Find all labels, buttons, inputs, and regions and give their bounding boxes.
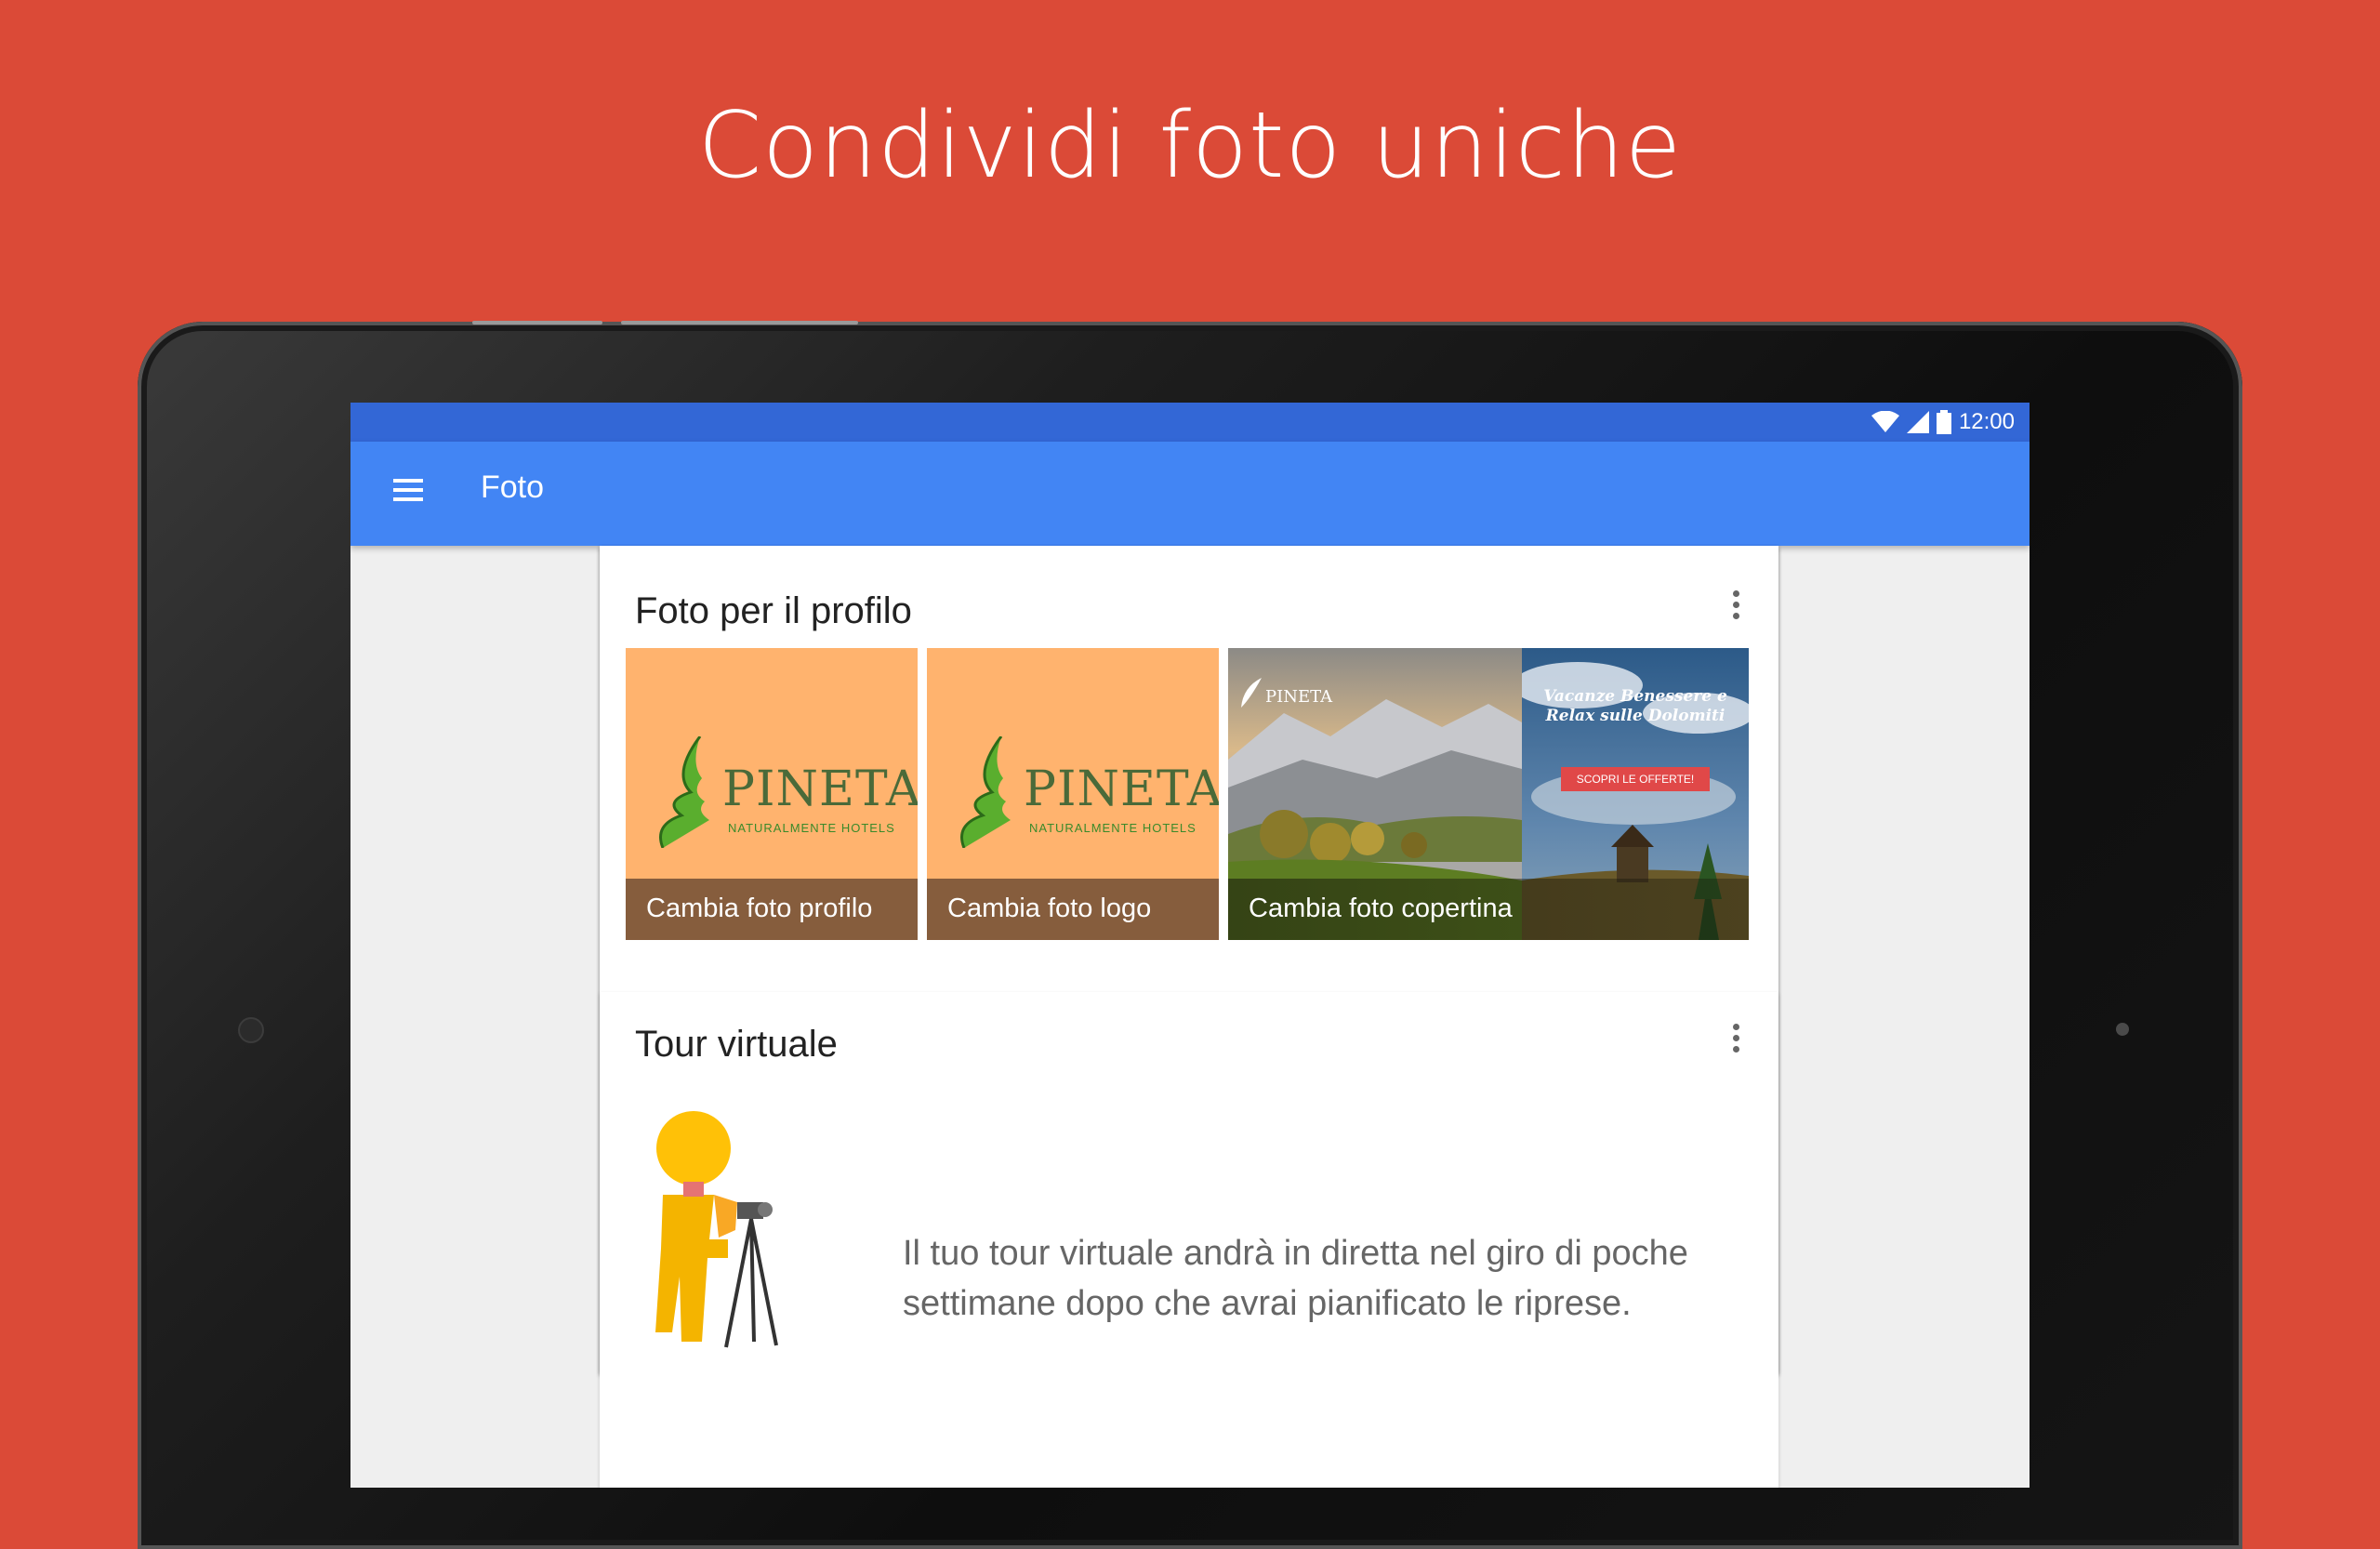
cover-brand: PINETA: [1265, 687, 1333, 707]
tour-card-title: Tour virtuale: [635, 1024, 838, 1065]
tile-tagline: NATURALMENTE HOTELS: [1029, 821, 1197, 835]
virtual-tour-card: Tour virtuale Il tuo tour virtuale andrà…: [600, 992, 1778, 1488]
pine-tree-logo-icon: [960, 736, 1011, 848]
wifi-icon: [1871, 411, 1899, 432]
tile-tagline: NATURALMENTE HOTELS: [728, 821, 895, 835]
feather-logo-icon: [1241, 678, 1262, 708]
menu-icon[interactable]: [393, 479, 423, 509]
cover-photo-tile[interactable]: PINETA Vacanze Benessere e Relax sulle D…: [1228, 648, 1749, 940]
tile-brand: PINETA: [722, 761, 918, 817]
front-camera: [238, 1017, 264, 1043]
power-button: [621, 321, 858, 324]
tile-caption: Cambia foto logo: [927, 879, 1219, 940]
light-sensor: [2116, 1023, 2129, 1036]
status-bar: 12:00: [350, 403, 2030, 442]
tile-caption: Cambia foto copertina: [1228, 879, 1749, 940]
pine-tree-logo-icon: [659, 736, 709, 848]
profile-card-title: Foto per il profilo: [635, 590, 912, 631]
volume-button: [472, 321, 602, 324]
tile-brand: PINETA: [1024, 761, 1219, 817]
app-bar-title: Foto: [481, 470, 545, 505]
profile-photo-tile[interactable]: PINETA NATURALMENTE HOTELS Cambia foto p…: [626, 648, 918, 940]
tile-caption: Cambia foto profilo: [626, 879, 918, 940]
logo-photo-tile[interactable]: PINETA NATURALMENTE HOTELS Cambia foto l…: [927, 648, 1219, 940]
device-screen: 12:00 Foto Foto per il profilo PINETA NA…: [350, 403, 2030, 1488]
cover-promo-button: SCOPRI LE OFFERTE!: [1561, 767, 1710, 791]
cover-promo-text: Vacanze Benessere e Relax sulle Dolomiti: [1543, 687, 1727, 725]
status-time: 12:00: [1958, 409, 2015, 434]
photographer-illustration-icon: [655, 1111, 778, 1348]
signal-icon: [1906, 411, 1929, 433]
battery-icon: [1936, 410, 1951, 434]
profile-card-more-icon[interactable]: [1730, 590, 1741, 624]
tour-card-more-icon[interactable]: [1730, 1024, 1741, 1057]
tour-description: Il tuo tour virtuale andrà in diretta ne…: [903, 1234, 1688, 1323]
app-bar: Foto: [350, 442, 2030, 546]
headline: Condividi foto uniche: [697, 93, 1683, 199]
